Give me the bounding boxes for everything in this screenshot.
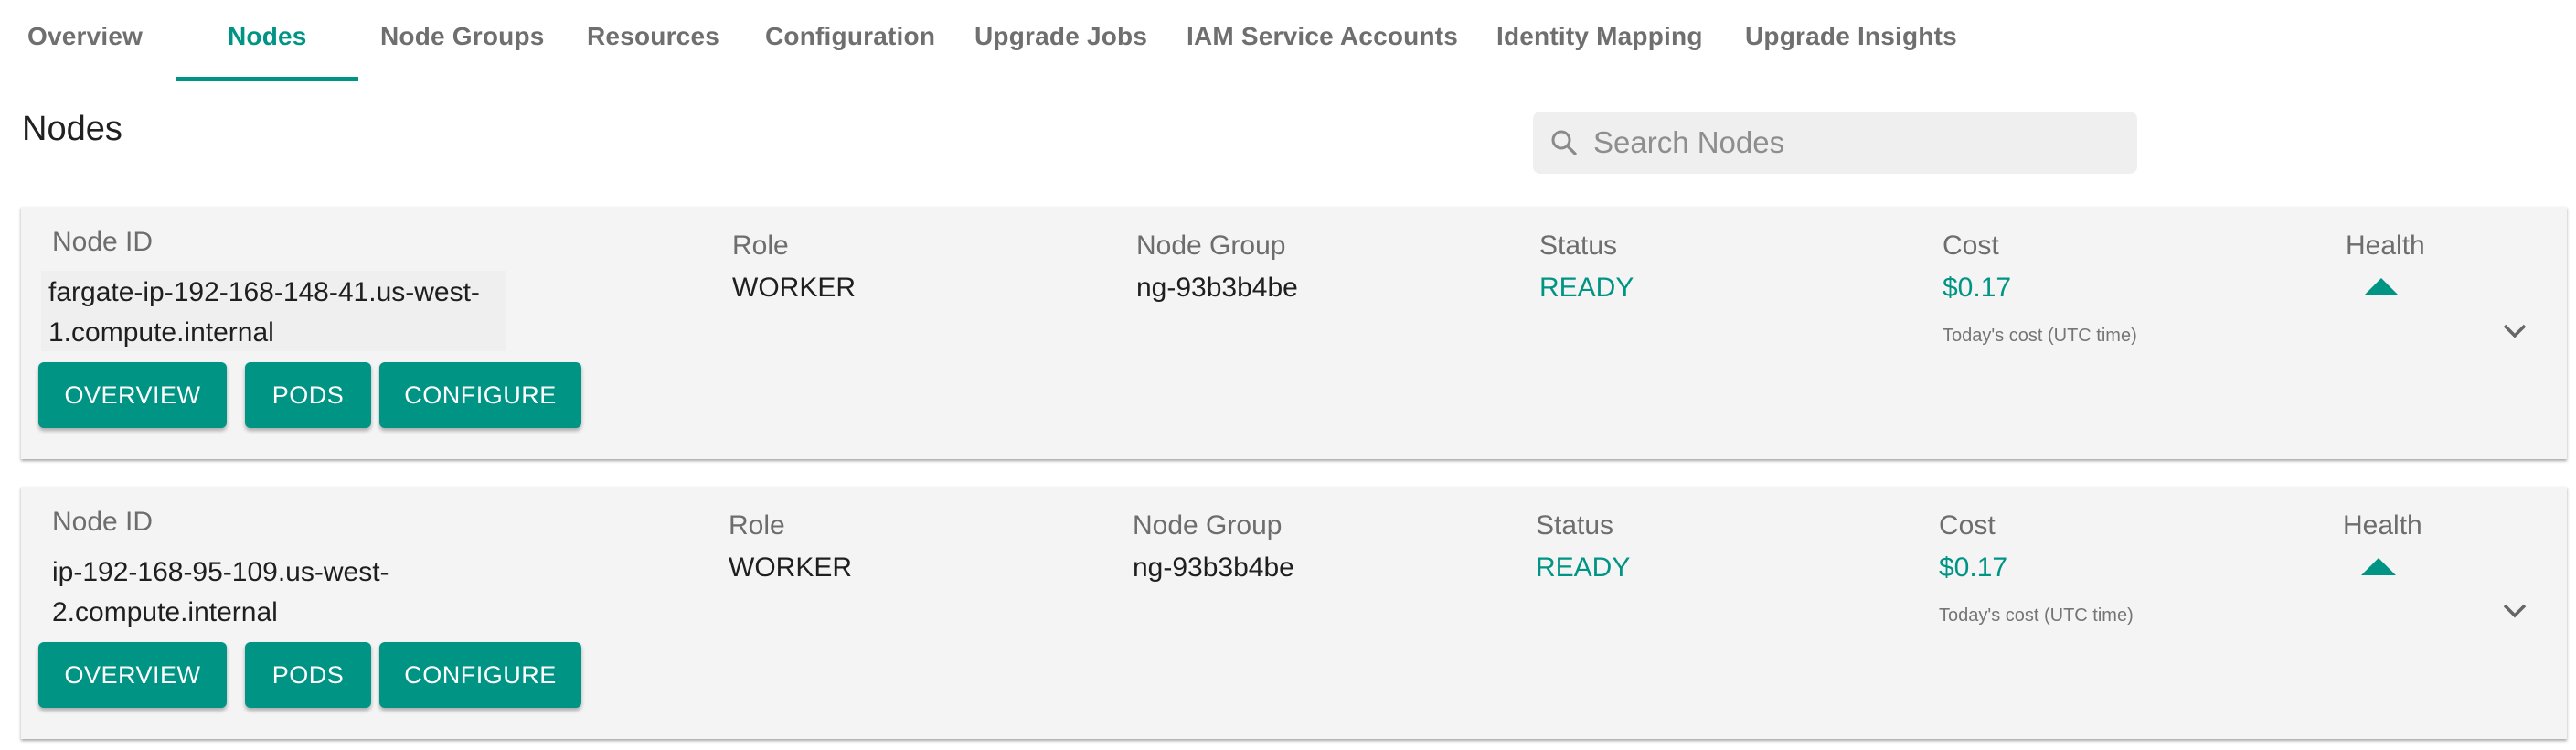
node-group-column: Node Group ng-93b3b4be — [1133, 510, 1294, 584]
node-id-line-2: 2.compute.internal — [52, 597, 278, 627]
tab-identity-mapping[interactable]: Identity Mapping — [1496, 22, 1703, 51]
role-value: WORKER — [732, 273, 856, 303]
node-id-line-2: 1.compute.internal — [48, 317, 274, 348]
tab-bar: Overview Nodes Node Groups Resources Con… — [0, 0, 2576, 82]
cost-column: Cost $0.17 Today's cost (UTC time) — [1943, 230, 2137, 347]
node-id-label: Node ID — [52, 507, 154, 537]
cost-value: $0.17 — [1939, 552, 2008, 583]
chevron-down-icon[interactable] — [2503, 604, 2527, 618]
node-card: Node ID ip-192-168-95-109.us-west- 2.com… — [21, 487, 2567, 739]
cost-caption: Today's cost (UTC time) — [1943, 326, 2137, 346]
role-label: Role — [729, 510, 785, 541]
pods-button[interactable]: PODS — [245, 362, 371, 428]
status-column: Status READY — [1536, 510, 1630, 584]
node-id-line-1: fargate-ip-192-168-148-41.us-west- — [48, 277, 480, 307]
role-label: Role — [732, 230, 789, 261]
role-column: Role WORKER — [729, 510, 852, 584]
status-value: READY — [1536, 552, 1631, 583]
page-title: Nodes — [22, 110, 122, 148]
chevron-down-icon[interactable] — [2503, 324, 2527, 338]
cost-column: Cost $0.17 Today's cost (UTC time) — [1939, 510, 2134, 627]
node-group-value: ng-93b3b4be — [1136, 273, 1298, 303]
search-input[interactable] — [1591, 124, 2107, 161]
search-icon — [1551, 130, 1577, 155]
active-tab-indicator — [176, 77, 358, 81]
cost-caption: Today's cost (UTC time) — [1939, 605, 2134, 626]
health-label: Health — [2343, 510, 2422, 541]
node-id-line-1: ip-192-168-95-109.us-west- — [52, 557, 389, 587]
health-column: Health — [2343, 510, 2422, 575]
triangle-up-icon — [2364, 278, 2399, 295]
configure-button[interactable]: CONFIGURE — [379, 362, 581, 428]
health-label: Health — [2346, 230, 2425, 261]
node-id-label: Node ID — [52, 227, 154, 257]
status-label: Status — [1539, 230, 1618, 261]
health-column: Health — [2346, 230, 2425, 295]
triangle-up-icon — [2361, 558, 2396, 575]
node-card: Node ID fargate-ip-192-168-148-41.us-wes… — [21, 207, 2567, 459]
status-column: Status READY — [1539, 230, 1634, 304]
tab-overview[interactable]: Overview — [27, 22, 143, 51]
node-group-value: ng-93b3b4be — [1133, 552, 1294, 583]
node-group-column: Node Group ng-93b3b4be — [1136, 230, 1298, 304]
tab-upgrade-jobs[interactable]: Upgrade Jobs — [974, 22, 1147, 51]
tab-iam-service-accounts[interactable]: IAM Service Accounts — [1187, 22, 1458, 51]
role-column: Role WORKER — [732, 230, 856, 304]
search-box[interactable] — [1533, 112, 2137, 174]
tab-configuration[interactable]: Configuration — [765, 22, 935, 51]
pods-button[interactable]: PODS — [245, 642, 371, 708]
configure-button[interactable]: CONFIGURE — [379, 642, 581, 708]
cost-label: Cost — [1943, 230, 1999, 261]
tab-node-groups[interactable]: Node Groups — [380, 22, 545, 51]
tab-resources[interactable]: Resources — [587, 22, 719, 51]
overview-button[interactable]: OVERVIEW — [38, 642, 227, 708]
node-group-label: Node Group — [1133, 510, 1283, 541]
role-value: WORKER — [729, 552, 852, 583]
status-label: Status — [1536, 510, 1614, 541]
node-id-value: fargate-ip-192-168-148-41.us-west- 1.com… — [48, 273, 560, 353]
cost-value: $0.17 — [1943, 273, 2012, 303]
cost-label: Cost — [1939, 510, 1996, 541]
overview-button[interactable]: OVERVIEW — [38, 362, 227, 428]
tab-upgrade-insights[interactable]: Upgrade Insights — [1745, 22, 1957, 51]
node-group-label: Node Group — [1136, 230, 1286, 261]
tab-nodes[interactable]: Nodes — [228, 22, 307, 51]
node-id-value: ip-192-168-95-109.us-west- 2.compute.int… — [52, 552, 564, 633]
status-value: READY — [1539, 273, 1634, 303]
